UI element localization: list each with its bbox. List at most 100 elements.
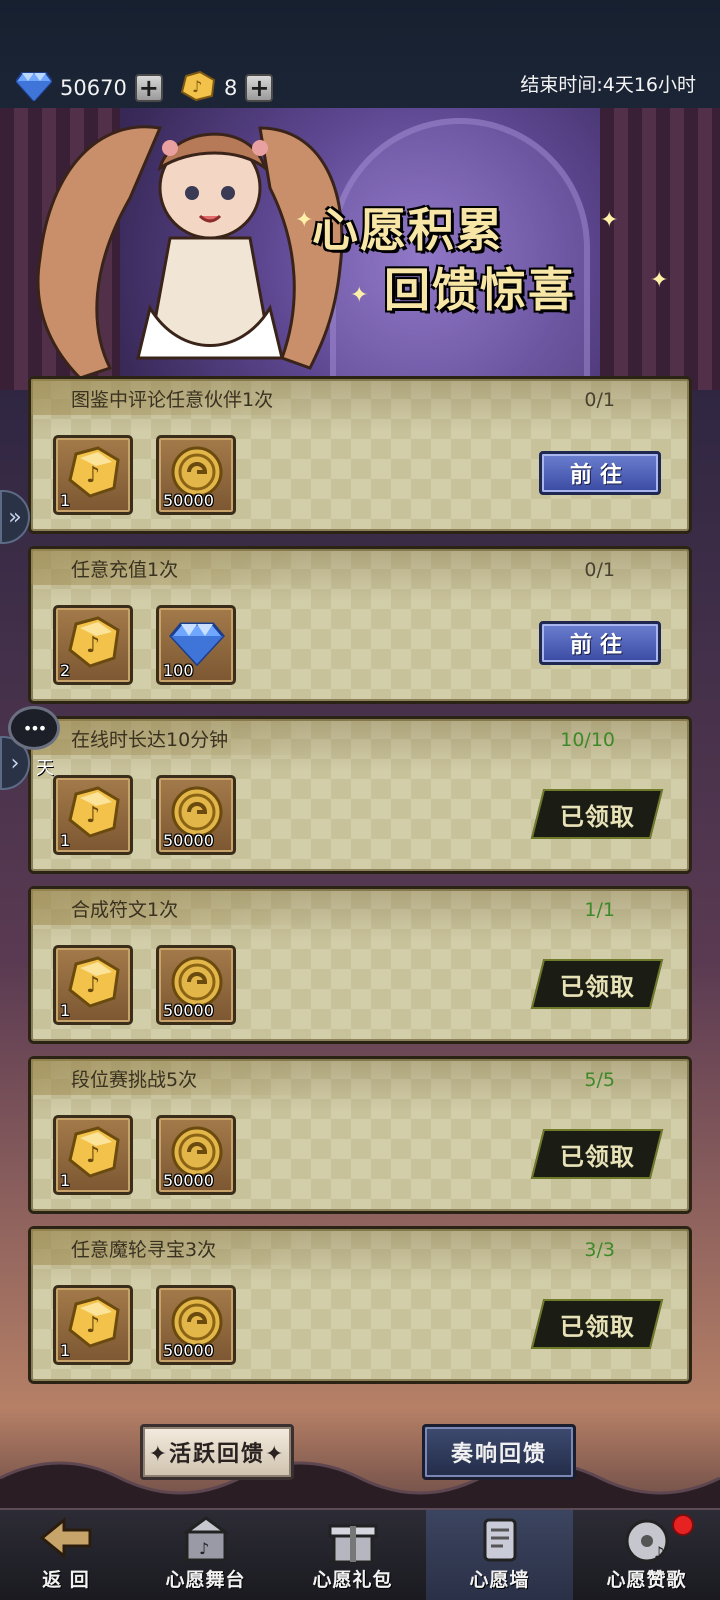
reward-slot[interactable]: ♪ 1 [53,1285,133,1365]
chevron-right-icon: › [10,750,20,776]
sparkle-icon: ✦ [295,208,314,233]
nav-wish-stage[interactable]: ♪ 心愿舞台 [132,1510,279,1600]
reward-quantity: 50000 [163,1341,214,1360]
svg-text:♪: ♪ [86,803,100,828]
svg-text:♪: ♪ [86,633,100,658]
sparkle-icon: ✦ [600,208,619,233]
task-progress: 1/1 [584,899,615,921]
record-disc-icon: ♪ [617,1513,677,1565]
reward-slot[interactable]: ♪ 1 [53,775,133,855]
task-title: 合成符文1次 [71,899,179,921]
task-progress: 5/5 [584,1069,615,1091]
task-card: 任意魔轮寻宝3次 3/3 ♪ 1 50000 已领取 [28,1226,692,1384]
reward-quantity: 1 [60,831,71,850]
chat-tab[interactable]: › ••• 天 [0,706,66,790]
svg-text:♪: ♪ [86,463,100,488]
back-arrow-icon [36,1513,96,1565]
reward-slot[interactable]: 50000 [156,435,236,515]
nav-label: 心愿舞台 [165,1569,246,1591]
bottom-nav: 返 回 ♪ 心愿舞台 心愿礼包 心愿墙 ♪ 心愿赞歌 [0,1508,720,1600]
add-tokens-button[interactable]: + [245,74,274,102]
reward-quantity: 1 [60,491,71,510]
nav-wish-anthem[interactable]: ♪ 心愿赞歌 [573,1510,720,1600]
sparkle-icon: ✦ [650,268,669,293]
banner-title-line1: 心愿积累 [312,203,504,257]
claimed-badge: 已领取 [530,1129,664,1179]
task-title: 在线时长达10分钟 [71,729,229,751]
music-token-icon: ♪ [66,1294,122,1354]
reward-quantity: 2 [60,661,71,680]
task-title: 任意充值1次 [71,559,179,581]
task-card: 任意充值1次 0/1 ♪ 2 100 前往 [28,546,692,704]
event-banner: 心愿积累 回馈惊喜 ✦ ✦ ✦ ✦ [0,108,720,390]
decorative-border [0,1461,720,1508]
scroll-icon [470,1513,530,1565]
claimed-badge: 已领取 [530,959,664,1009]
task-progress: 0/1 [584,559,615,581]
reward-slot[interactable]: ♪ 1 [53,945,133,1025]
svg-text:♪: ♪ [199,1539,209,1558]
nav-label: 心愿墙 [469,1569,530,1591]
nav-wish-wall[interactable]: 心愿墙 [426,1510,573,1600]
svg-text:♪: ♪ [86,1143,100,1168]
reward-slot[interactable]: ♪ 1 [53,435,133,515]
gift-icon [323,1513,383,1565]
play-feedback-button[interactable]: 奏响回馈 [422,1424,576,1480]
music-token-icon: ♪ [66,1124,122,1184]
svg-text:♪: ♪ [654,1543,664,1562]
diamond-icon [14,71,54,105]
active-feedback-button[interactable]: ✦活跃回馈✦ [140,1424,294,1480]
task-card: 图鉴中评论任意伙伴1次 0/1 ♪ 1 50000 前往 [28,376,692,534]
nav-label: 心愿礼包 [312,1569,393,1591]
reward-slot[interactable]: 50000 [156,945,236,1025]
go-button[interactable]: 前往 [539,451,661,495]
reward-slot[interactable]: 100 [156,605,236,685]
reward-slot[interactable]: 50000 [156,1285,236,1365]
go-button[interactable]: 前往 [539,621,661,665]
task-title: 段位赛挑战5次 [71,1069,198,1091]
claimed-label: 已领取 [559,1142,635,1171]
reward-slot[interactable]: 50000 [156,1115,236,1195]
back-button[interactable]: 返 回 [0,1510,132,1600]
svg-text:♪: ♪ [86,973,100,998]
claimed-badge: 已领取 [530,789,664,839]
gem-count: 50670 [60,76,127,100]
claimed-badge: 已领取 [530,1299,664,1349]
add-gems-button[interactable]: + [134,74,163,102]
double-chevron-right-icon: » [8,504,22,530]
nav-wish-gift[interactable]: 心愿礼包 [279,1510,426,1600]
stage-icon: ♪ [176,1513,236,1565]
svg-text:♪: ♪ [86,1313,100,1338]
chat-bubble-icon[interactable]: ••• [8,706,60,750]
reward-slot[interactable]: ♪ 2 [53,605,133,685]
claimed-label: 已领取 [559,1312,635,1341]
character-illustration [36,125,344,380]
music-token-icon: ♪ [66,444,122,504]
side-expand-button[interactable]: » [0,490,30,544]
reward-quantity: 1 [60,1341,71,1360]
task-title: 任意魔轮寻宝3次 [71,1239,217,1261]
chat-channel-label: 天 [36,758,54,779]
notification-dot [672,1514,694,1536]
gem-currency: 50670 + [14,70,163,106]
reward-slot[interactable]: ♪ 1 [53,1115,133,1195]
music-token-icon: ♪ [180,70,216,106]
token-count: 8 [224,76,238,100]
reward-quantity: 1 [60,1001,71,1020]
reward-quantity: 100 [163,661,194,680]
token-currency: ♪ 8 + [180,70,274,106]
task-progress: 0/1 [584,389,615,411]
music-token-icon: ♪ [66,954,122,1014]
music-token-icon: ♪ [66,614,122,674]
claimed-label: 已领取 [559,972,635,1001]
back-label: 返 回 [42,1569,90,1591]
task-progress: 3/3 [584,1239,615,1261]
claimed-label: 已领取 [559,802,635,831]
reward-quantity: 50000 [163,1171,214,1190]
music-token-icon: ♪ [66,784,122,844]
reward-slot[interactable]: 50000 [156,775,236,855]
task-title: 图鉴中评论任意伙伴1次 [71,389,274,411]
top-bar: 50670 + ♪ 8 + 结束时间:4天16小时 [0,0,720,110]
reward-quantity: 50000 [163,831,214,850]
task-progress: 10/10 [560,729,615,751]
